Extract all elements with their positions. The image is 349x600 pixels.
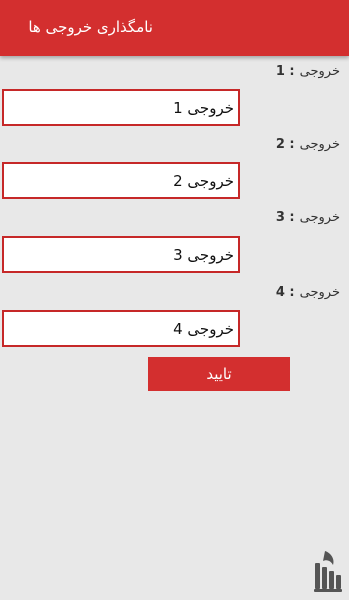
output-4-input[interactable] [2, 310, 240, 347]
output-1-label-text: خروجی [299, 64, 340, 79]
output-1-label-number: 1 : [275, 64, 295, 79]
output-3-label-text: خروجی [299, 210, 340, 225]
output-3-label-number: 3 : [275, 210, 295, 225]
output-3-label: 3 : خروجی [276, 210, 340, 225]
output-2-label-text: خروجی [299, 137, 340, 152]
output-2-input[interactable] [2, 162, 240, 199]
output-3-input[interactable] [2, 236, 240, 273]
output-4-label-number: 4 : [275, 285, 295, 300]
output-1-label: 1 : خروجی [276, 64, 340, 79]
app-bar: نامگذاری خروجی ها [0, 0, 349, 56]
confirm-button[interactable]: تایید [148, 357, 290, 391]
output-4-label: 4 : خروجی [276, 285, 340, 300]
output-2-label: 2 : خروجی [276, 137, 340, 152]
output-4-label-text: خروجی [299, 285, 340, 300]
logo-icon [314, 551, 342, 592]
output-1-input[interactable] [2, 89, 240, 126]
page-title: نامگذاری خروجی ها [28, 18, 153, 36]
output-2-label-number: 2 : [275, 137, 295, 152]
